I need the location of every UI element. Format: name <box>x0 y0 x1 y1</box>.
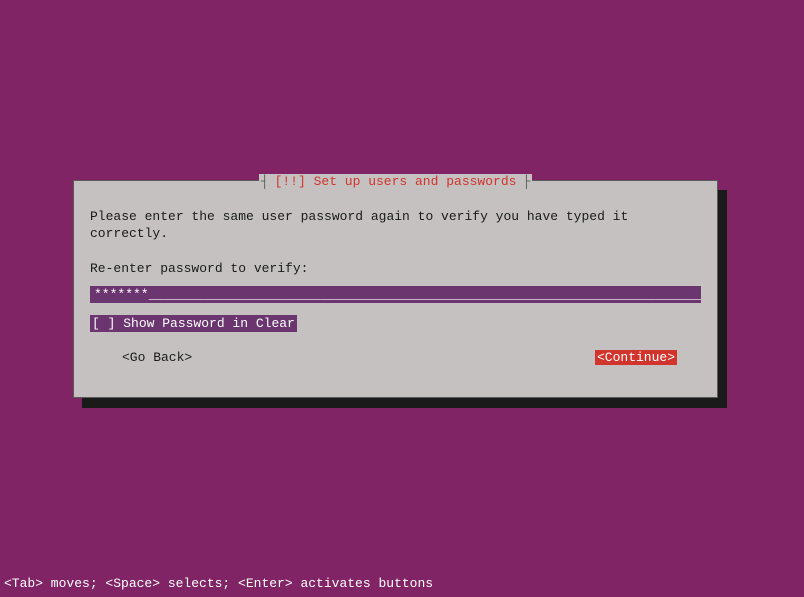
title-delim-left: ┤ <box>259 174 271 189</box>
checkbox-state: [ ] <box>92 316 115 331</box>
checkbox-label: Show Password in Clear <box>123 316 295 331</box>
dialog-title-bar: ┤ [!!] Set up users and passwords ├ <box>74 173 717 189</box>
dialog-title: [!!] Set up users and passwords <box>271 174 521 189</box>
password-field-label: Re-enter password to verify: <box>90 261 701 276</box>
go-back-button[interactable]: <Go Back> <box>122 350 192 365</box>
title-prefix: [!!] <box>275 174 306 189</box>
show-password-checkbox[interactable]: [ ] Show Password in Clear <box>90 315 297 332</box>
keyboard-hint: <Tab> moves; <Space> selects; <Enter> ac… <box>4 576 433 591</box>
password-input[interactable]: *******_________________________________… <box>90 286 701 303</box>
title-label: Set up users and passwords <box>314 174 517 189</box>
installer-dialog: ┤ [!!] Set up users and passwords ├ Plea… <box>73 180 718 398</box>
dialog-content: Please enter the same user password agai… <box>74 181 717 381</box>
continue-button[interactable]: <Continue> <box>595 350 677 365</box>
dialog-buttons: <Go Back> <Continue> <box>90 350 701 365</box>
instruction-text: Please enter the same user password agai… <box>90 209 701 243</box>
title-delim-right: ├ <box>520 174 532 189</box>
